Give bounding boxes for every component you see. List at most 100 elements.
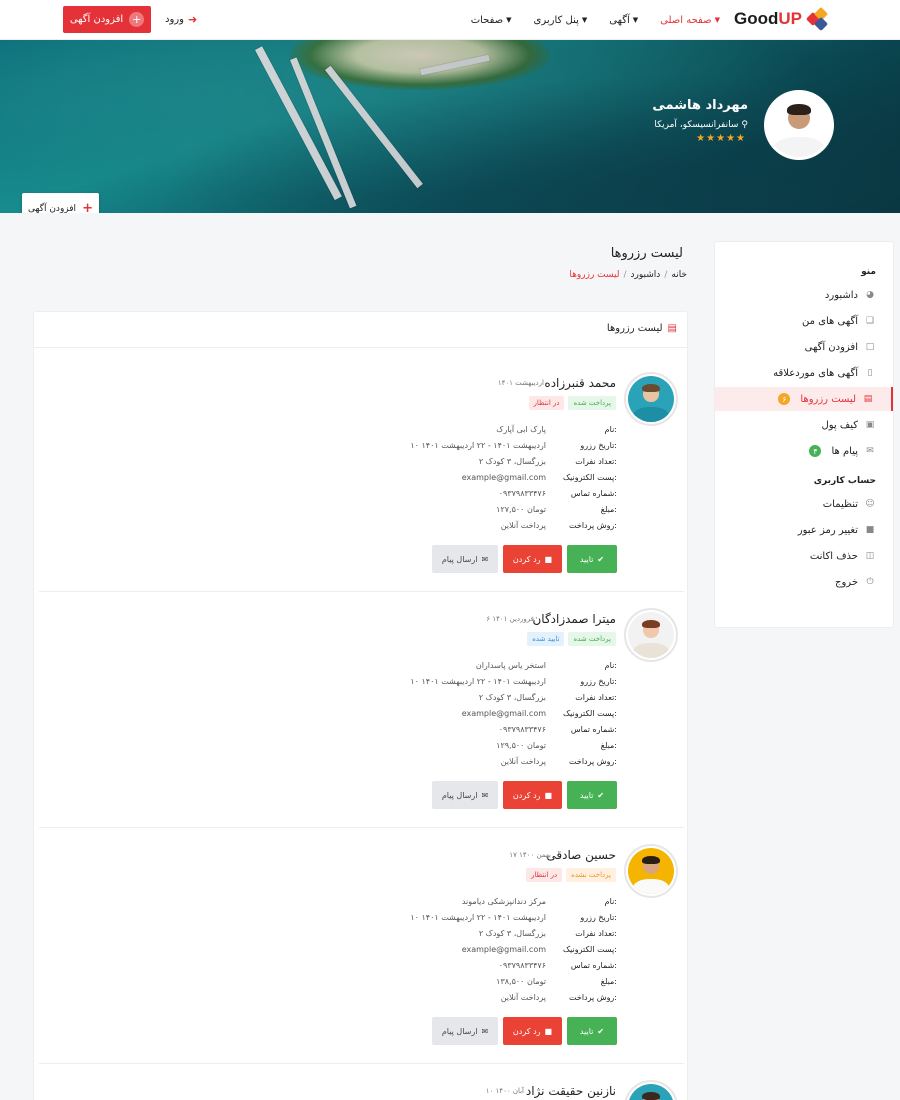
profile-avatar[interactable] <box>764 90 834 160</box>
booking-actions: تایید ✔ رد کردن ■ ارسال پیام ✉ <box>432 781 617 809</box>
sidebar-item-my-ads[interactable]: ❏ آگهی های من <box>715 309 893 333</box>
booking-email: example@gmail.com <box>461 945 546 954</box>
panel-title: لیست رزروها <box>606 323 663 334</box>
payment-status-badge: پرداخت شده <box>568 396 616 410</box>
add-file-icon: □ <box>865 342 875 352</box>
sidebar-item-favorites[interactable]: ▯ آگهی های موردعلاقه <box>715 361 893 385</box>
nav-pages[interactable]: صفحات ▼ <box>471 15 512 26</box>
sidebar-item-dashboard[interactable]: ◕ داشبورد <box>715 283 893 307</box>
reject-button[interactable]: رد کردن ■ <box>503 781 562 809</box>
booking-amount: ۱۲۷,۵۰۰ تومان <box>496 505 546 514</box>
booking-card: میترا صمدزادگان ۶ فروردین ۱۴۰۱ پرداخت شد… <box>39 608 684 828</box>
dashboard-sidebar: منو ◕ داشبورد ❏ آگهی های من □ افزودن آگه… <box>714 241 894 628</box>
booking-status-badge: در انتظار <box>526 868 563 882</box>
sidebar-item-delete-account[interactable]: ◫ حذف اکانت <box>715 544 893 568</box>
sidebar-item-add-ad[interactable]: □ افزودن آگهی <box>715 335 893 359</box>
customer-avatar[interactable] <box>624 844 678 898</box>
logo-mark-icon <box>805 6 829 32</box>
send-message-button[interactable]: ارسال پیام ✉ <box>432 545 498 573</box>
booking-payment-method: پرداخت آنلاین <box>500 993 546 1002</box>
approve-button[interactable]: تایید ✔ <box>567 1017 617 1045</box>
chevron-down-icon: ▼ <box>506 16 512 24</box>
bookings-count-badge: ۶ <box>778 393 791 405</box>
plus-icon: + <box>129 12 145 27</box>
profile-location: سانفرانسیسکو، آمریکا ⚲ <box>654 120 748 130</box>
hero-add-ad-button[interactable]: افزودن آگهی + <box>22 193 99 213</box>
sidebar-item-messages[interactable]: ✉ پیام ها ۴ <box>715 439 893 463</box>
breadcrumb-dashboard[interactable]: داشبورد <box>631 270 661 280</box>
chevron-down-icon: ▼ <box>581 16 588 24</box>
booking-place: پارک ابی آپارک <box>496 425 546 434</box>
booking-place: مرکز دندانپزشکی دیاموند <box>461 897 546 906</box>
plus-icon: + <box>82 201 93 213</box>
approve-button[interactable]: تایید ✔ <box>567 781 617 809</box>
booking-status-badge: تایید شده <box>527 632 565 646</box>
wallet-icon: ▣ <box>865 420 875 430</box>
booking-date: ۱۷ بهمن ۱۴۰۰ <box>509 851 551 859</box>
logo[interactable]: GoodUP <box>734 6 829 32</box>
add-ad-button[interactable]: افزودن آگهی + <box>63 6 151 33</box>
booking-payment-method: پرداخت آنلاین <box>500 521 546 530</box>
customer-name: محمد قنبرزاده <box>544 376 616 390</box>
power-icon: ⏻ <box>866 577 874 587</box>
booking-email: example@gmail.com <box>461 709 546 718</box>
booking-amount: ۱۲۹,۵۰۰ تومان <box>496 741 546 750</box>
top-navbar: GoodUP صفحه اصلی ▼ آگهی ▼ پنل کاربری ▼ صفحا… <box>0 0 900 40</box>
user-icon: ☺ <box>865 499 875 509</box>
booking-range: ۱۰ اردیبهشت ۱۴۰۱ - ۲۲ اردیبهشت ۱۴۰۱ <box>410 677 546 686</box>
booking-guests: ۲ بزرگسال، ۳ کودک <box>478 693 546 702</box>
booking-actions: تایید ✔ رد کردن ■ ارسال پیام ✉ <box>432 1017 617 1045</box>
booking-guests: ۲ بزرگسال، ۳ کودک <box>478 929 546 938</box>
rating-stars: ★★★★★ <box>696 133 746 144</box>
sidebar-item-bookings[interactable]: ▤ لیست رزروها ۶ <box>715 387 893 411</box>
booking-phone: ۰۹۳۷۹۸۳۳۴۷۶ <box>498 961 546 970</box>
customer-name: میترا صمدزادگان <box>532 612 616 626</box>
customer-avatar[interactable] <box>624 372 678 426</box>
send-message-button[interactable]: ارسال پیام ✉ <box>432 781 498 809</box>
lock-icon: ■ <box>865 525 875 535</box>
approve-button[interactable]: تایید ✔ <box>567 545 617 573</box>
hero-add-ad-label: افزودن آگهی <box>28 203 77 214</box>
page-title: لیست رزروها <box>610 246 683 261</box>
basket-icon: ▤ <box>863 394 873 404</box>
booking-guests: ۲ بزرگسال، ۳ کودک <box>478 457 546 466</box>
booking-phone: ۰۹۳۷۹۸۳۳۴۷۶ <box>498 489 546 498</box>
booking-place: استخر یاس پاسداران <box>475 661 546 670</box>
customer-avatar[interactable] <box>624 608 678 662</box>
nav-home[interactable]: صفحه اصلی ▼ <box>660 15 720 26</box>
booking-payment-method: پرداخت آنلاین <box>500 757 546 766</box>
profile-name: مهرداد هاشمی <box>652 98 748 113</box>
status-tags: پرداخت شده تایید شده <box>527 632 616 646</box>
check-circle-icon: ✔ <box>597 554 605 564</box>
breadcrumb-home[interactable]: خانه <box>671 270 687 280</box>
envelope-icon: ✉ <box>481 554 489 564</box>
bookmark-icon: ▯ <box>867 368 873 378</box>
reject-button[interactable]: رد کردن ■ <box>503 545 562 573</box>
customer-avatar[interactable] <box>624 1080 678 1100</box>
sidebar-item-logout[interactable]: ⏻ خروج <box>715 570 893 594</box>
check-circle-icon: ✔ <box>597 1026 605 1036</box>
nav-user-panel[interactable]: پنل کاربری ▼ <box>534 15 588 26</box>
sidebar-item-wallet[interactable]: ▣ کیف پول <box>715 413 893 437</box>
trash-icon: ■ <box>544 790 553 800</box>
send-message-button[interactable]: ارسال پیام ✉ <box>432 1017 498 1045</box>
sidebar-item-settings[interactable]: ☺ تنظیمات <box>715 492 893 516</box>
reject-button[interactable]: رد کردن ■ <box>503 1017 562 1045</box>
sidebar-item-change-password[interactable]: ■ تغییر رمز عبور <box>715 518 893 542</box>
payment-status-badge: پرداخت نشده <box>566 868 616 882</box>
messages-count-badge: ۴ <box>809 445 822 457</box>
panel-header: لیست رزروها ▤ <box>607 323 677 334</box>
booking-card: محمد قنبرزاده اردیبهشت ۱۴۰۱ پرداخت شده د… <box>39 372 684 592</box>
booking-range: ۱۰ اردیبهشت ۱۴۰۱ - ۲۲ اردیبهشت ۱۴۰۱ <box>410 441 546 450</box>
nav-ads[interactable]: آگهی ▼ <box>609 15 638 26</box>
trash-icon: ■ <box>544 1026 553 1036</box>
breadcrumb-current: لیست رزروها <box>569 270 620 280</box>
login-link[interactable]: ورود ➜ <box>165 13 197 26</box>
trash-icon: ◫ <box>865 551 875 561</box>
booking-status-badge: در انتظار <box>528 396 565 410</box>
profile-cover: مهرداد هاشمی سانفرانسیسکو، آمریکا ⚲ ★★★★… <box>0 40 900 213</box>
login-label: ورود <box>165 14 184 25</box>
ads-icon: ❏ <box>865 316 875 326</box>
trash-icon: ■ <box>544 554 553 564</box>
booking-actions: تایید ✔ رد کردن ■ ارسال پیام ✉ <box>432 545 617 573</box>
